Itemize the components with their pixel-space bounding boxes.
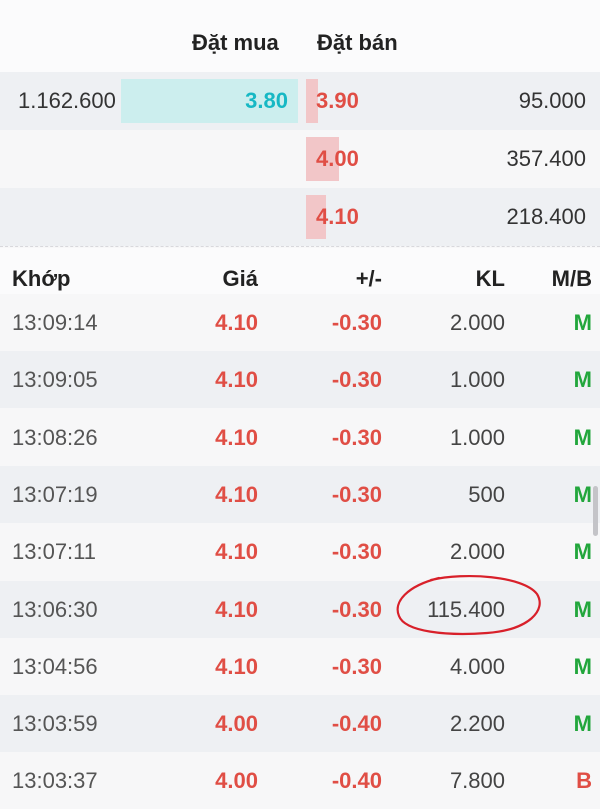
trade-change: -0.30 <box>331 367 382 392</box>
trade-row[interactable]: 13:09:05 4.10 -0.30 1.000 M <box>0 351 600 408</box>
trade-volume: 2.000 <box>449 539 505 564</box>
trade-side: B <box>576 768 592 793</box>
trade-change: -0.40 <box>331 711 382 736</box>
order-book-row[interactable]: 4.00 357.400 <box>0 130 600 188</box>
trade-row[interactable]: 13:04:56 4.10 -0.30 4.000 M <box>0 638 600 695</box>
trade-time: 13:09:14 <box>12 310 98 335</box>
trade-change: -0.30 <box>331 597 382 622</box>
ask-column-header: Đặt bán <box>317 30 398 55</box>
trade-volume: 500 <box>468 482 505 507</box>
trade-time: 13:07:19 <box>12 482 98 507</box>
trade-volume: 4.000 <box>449 654 505 679</box>
trade-side: M <box>573 310 592 335</box>
trade-change: -0.40 <box>331 768 382 793</box>
order-book-row[interactable]: 1.162.600 3.80 3.90 95.000 <box>0 72 600 130</box>
change-column-header: +/- <box>355 266 382 291</box>
trades-header: Khớp Giá +/- KL M/B <box>0 248 600 294</box>
trade-row[interactable]: 13:03:37 4.00 -0.40 7.800 B <box>0 752 600 809</box>
trade-side: M <box>573 711 592 736</box>
trade-price: 4.10 <box>215 310 258 335</box>
order-book-row[interactable]: 4.10 218.400 <box>0 188 600 246</box>
trade-change: -0.30 <box>331 539 382 564</box>
trade-side: M <box>573 425 592 450</box>
trade-row[interactable]: 13:07:11 4.10 -0.30 2.000 M <box>0 523 600 580</box>
trade-time: 13:08:26 <box>12 425 98 450</box>
scrollbar[interactable] <box>593 486 598 536</box>
trade-change: -0.30 <box>331 654 382 679</box>
trade-price: 4.10 <box>215 425 258 450</box>
trade-side: M <box>573 539 592 564</box>
trade-time: 13:03:59 <box>12 711 98 736</box>
trade-volume: 7.800 <box>449 768 505 793</box>
order-book-header: Đặt mua Đặt bán <box>0 0 600 72</box>
trade-time: 13:06:30 <box>12 597 98 622</box>
trade-change: -0.30 <box>331 310 382 335</box>
trade-change: -0.30 <box>331 482 382 507</box>
volume-column-header: KL <box>475 266 505 291</box>
trade-side: M <box>573 654 592 679</box>
trade-volume: 1.000 <box>449 367 505 392</box>
trade-volume: 2.000 <box>449 310 505 335</box>
trade-price: 4.00 <box>215 711 258 736</box>
trade-price: 4.10 <box>215 654 258 679</box>
trade-row[interactable]: 13:06:30 4.10 -0.30 115.400 M <box>0 581 600 638</box>
ask-volume: 95.000 <box>518 88 586 113</box>
trade-side: M <box>573 482 592 507</box>
trade-price: 4.10 <box>215 597 258 622</box>
trade-time: 13:04:56 <box>12 654 98 679</box>
trade-volume: 1.000 <box>449 425 505 450</box>
price-column-header: Giá <box>222 266 258 291</box>
trade-row[interactable]: 13:08:26 4.10 -0.30 1.000 M <box>0 409 600 466</box>
trade-time: 13:07:11 <box>12 539 97 564</box>
trade-row[interactable]: 13:09:14 4.10 -0.30 2.000 M <box>0 294 600 351</box>
trade-volume: 2.200 <box>449 711 505 736</box>
side-column-header: M/B <box>551 266 592 291</box>
ask-volume: 218.400 <box>506 204 586 229</box>
trade-side: M <box>573 367 592 392</box>
trade-time: 13:09:05 <box>12 367 98 392</box>
trade-volume: 115.400 <box>427 597 505 622</box>
trade-row[interactable]: 13:07:19 4.10 -0.30 500 M <box>0 466 600 523</box>
ask-price: 3.90 <box>316 88 359 113</box>
trade-side: M <box>573 597 592 622</box>
trade-change: -0.30 <box>331 425 382 450</box>
ask-price: 4.10 <box>316 204 359 229</box>
trade-price: 4.00 <box>215 768 258 793</box>
time-column-header: Khớp <box>12 266 71 291</box>
divider <box>0 246 600 247</box>
bid-price: 3.80 <box>245 88 288 113</box>
ask-price: 4.00 <box>316 146 359 171</box>
bid-column-header: Đặt mua <box>192 30 279 55</box>
trade-price: 4.10 <box>215 367 258 392</box>
bid-volume: 1.162.600 <box>18 88 116 113</box>
trade-row[interactable]: 13:03:59 4.00 -0.40 2.200 M <box>0 695 600 752</box>
ask-volume: 357.400 <box>506 146 586 171</box>
trade-price: 4.10 <box>215 482 258 507</box>
trade-time: 13:03:37 <box>12 768 98 793</box>
trade-price: 4.10 <box>215 539 258 564</box>
